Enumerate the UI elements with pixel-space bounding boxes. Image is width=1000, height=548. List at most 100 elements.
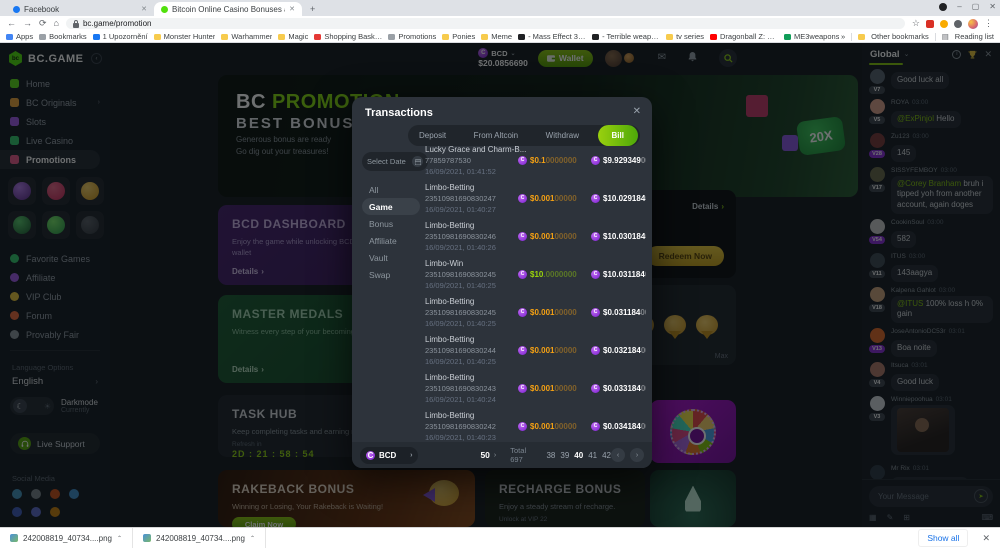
reload-button[interactable]: ⟳ xyxy=(39,19,47,28)
bookmark-label: - Mass Effect 3 - Th... xyxy=(528,32,586,41)
minimize-button[interactable]: – xyxy=(957,2,961,11)
bookmark-item[interactable]: 1 Upozornění xyxy=(93,32,148,41)
transaction-balance: C $0.03318400 xyxy=(591,384,646,393)
page-size-selector[interactable]: 50 › xyxy=(480,450,496,460)
bcd-coin-icon: C xyxy=(591,194,600,203)
modal-close-icon[interactable]: ✕ xyxy=(633,106,641,117)
currency-selector[interactable]: C BCD › xyxy=(360,447,418,464)
filter-item[interactable]: Swap xyxy=(362,266,420,283)
bookmark-folder-icon xyxy=(154,34,161,40)
filter-item[interactable]: Affiliate xyxy=(362,232,420,249)
chevron-up-icon[interactable]: ⌃ xyxy=(117,535,122,542)
close-button[interactable]: ✕ xyxy=(989,2,996,11)
transaction-info: Limbo-Betting 23510981690830242 16/09/20… xyxy=(425,411,518,442)
transaction-name: Limbo-Betting xyxy=(425,221,518,230)
bookmark-item[interactable]: Promotions xyxy=(388,32,436,41)
extension-dark-icon[interactable] xyxy=(954,20,962,28)
filter-item[interactable]: All xyxy=(362,181,420,198)
reading-list[interactable]: Reading list xyxy=(955,32,994,41)
download-item[interactable]: 242008819_40734....png ⌃ xyxy=(133,528,266,548)
bookmark-item[interactable]: Meme xyxy=(481,32,512,41)
total-count: Total 697 xyxy=(510,446,536,464)
bookmark-item[interactable]: Bookmarks xyxy=(39,32,87,41)
transaction-time: 16/09/2021, 01:40:27 xyxy=(425,205,518,214)
back-button[interactable]: ← xyxy=(7,19,16,28)
bookmark-item[interactable]: - Terrible weapons t... xyxy=(592,32,660,41)
bcd-coin-icon: C xyxy=(518,232,527,241)
download-item[interactable]: 242008819_40734....png ⌃ xyxy=(0,528,133,548)
transaction-balance: C $10.0301840 xyxy=(591,232,646,241)
home-button[interactable]: ⌂ xyxy=(54,19,59,28)
bookmark-item[interactable]: - Mass Effect 3 - Th... xyxy=(518,32,586,41)
tabs: Facebook ✕ Bitcoin Online Casino Bonuses… xyxy=(6,2,302,16)
bcd-coin-icon: C xyxy=(366,451,375,460)
select-date-dropdown[interactable]: Select Date xyxy=(362,152,428,171)
maximize-button[interactable]: ▢ xyxy=(972,2,980,11)
bookmarks-overflow-icon[interactable]: » xyxy=(841,32,845,41)
browser-tab[interactable]: Facebook ✕ xyxy=(6,2,154,16)
bookmark-item[interactable]: tv series xyxy=(666,32,704,41)
transaction-row[interactable]: Limbo-Betting 23510981690830242 16/09/20… xyxy=(425,407,646,442)
page-number[interactable]: 41 xyxy=(588,451,597,460)
forward-button[interactable]: → xyxy=(23,19,32,28)
transaction-row[interactable]: Limbo-Betting 23510981690830245 16/09/20… xyxy=(425,293,646,331)
next-page-button[interactable]: › xyxy=(630,448,644,462)
bookmark-item[interactable]: Ponies xyxy=(442,32,475,41)
show-all-button[interactable]: Show all xyxy=(918,529,968,547)
bookmark-label: ME3weapons xyxy=(794,32,839,41)
transaction-name: Limbo-Betting xyxy=(425,411,518,420)
downloads-close-icon[interactable]: ✕ xyxy=(982,533,990,544)
tab-close-icon[interactable]: ✕ xyxy=(141,5,147,13)
image-file-icon xyxy=(10,534,18,542)
prev-page-button[interactable]: ‹ xyxy=(611,448,625,462)
image-file-icon xyxy=(143,534,151,542)
page-number[interactable]: 38 xyxy=(546,451,555,460)
chevron-up-icon[interactable]: ⌃ xyxy=(250,535,255,542)
transaction-balance: C $0.03418400 xyxy=(591,422,646,431)
new-tab-button[interactable]: + xyxy=(310,4,315,14)
browser-tab[interactable]: Bitcoin Online Casino Bonuses a ✕ xyxy=(154,2,302,16)
address-bar[interactable]: bc.game/promotion xyxy=(66,18,905,29)
transaction-balance: C $10.0311840 xyxy=(591,270,646,279)
filter-item[interactable]: Game xyxy=(362,198,420,215)
profile-avatar[interactable] xyxy=(968,19,978,29)
transaction-balance: C $9.92934900 xyxy=(591,156,646,165)
menu-icon[interactable]: ⋮ xyxy=(984,19,993,28)
tab-close-icon[interactable]: ✕ xyxy=(289,5,295,13)
other-bookmarks[interactable]: Other bookmarks xyxy=(871,32,929,41)
extension-red-icon[interactable] xyxy=(926,20,934,28)
filter-item[interactable]: Vault xyxy=(362,249,420,266)
extension-orange-icon[interactable] xyxy=(940,20,948,28)
bookmark-item[interactable]: Dragonball Z: Battle... xyxy=(710,32,778,41)
transaction-amount: C $0.10000000 xyxy=(518,156,591,165)
bookmark-label: Warhammer xyxy=(231,32,272,41)
transaction-row[interactable]: Limbo-Betting 23510981690830243 16/09/20… xyxy=(425,369,646,407)
transaction-info: Limbo-Betting 23510981690830246 16/09/20… xyxy=(425,221,518,252)
bookmark-label: tv series xyxy=(676,32,704,41)
bookmark-item[interactable]: ME3weapons xyxy=(784,32,839,41)
transaction-row[interactable]: Limbo-Betting 23510981690830247 16/09/20… xyxy=(425,179,646,217)
transaction-row[interactable]: Limbo-Betting 23510981690830244 16/09/20… xyxy=(425,331,646,369)
bookmark-star-icon[interactable]: ☆ xyxy=(912,19,920,28)
bookmark-label: Dragonball Z: Battle... xyxy=(720,32,778,41)
page-number[interactable]: 42 xyxy=(602,451,611,460)
bookmark-folder-icon xyxy=(221,34,228,40)
transaction-name: Limbo-Betting xyxy=(425,183,518,192)
tab-title: Facebook xyxy=(24,5,137,14)
transaction-row[interactable]: Limbo-Betting 23510981690830246 16/09/20… xyxy=(425,217,646,255)
transaction-time: 16/09/2021, 01:40:25 xyxy=(425,319,518,328)
transaction-amount: C $10.0000000 xyxy=(518,270,591,279)
bookmark-label: Promotions xyxy=(398,32,436,41)
bookmark-item[interactable]: Monster Hunter xyxy=(154,32,216,41)
extension-icon[interactable] xyxy=(939,3,947,11)
bookmark-folder-icon xyxy=(710,34,717,40)
filter-item[interactable]: Bonus xyxy=(362,215,420,232)
page-number[interactable]: 40 xyxy=(574,451,583,460)
page-number[interactable]: 39 xyxy=(560,451,569,460)
bookmark-item[interactable]: Magic xyxy=(278,32,308,41)
bookmark-item[interactable]: Shopping Basket -... xyxy=(314,32,382,41)
bookmark-item[interactable]: Warhammer xyxy=(221,32,272,41)
transaction-row[interactable]: Limbo-Win 23510981690830245 16/09/2021, … xyxy=(425,255,646,293)
transaction-row[interactable]: Lucky Grace and Charm-B... 77859787530 1… xyxy=(425,141,646,179)
bookmark-item[interactable]: Apps xyxy=(6,32,33,41)
